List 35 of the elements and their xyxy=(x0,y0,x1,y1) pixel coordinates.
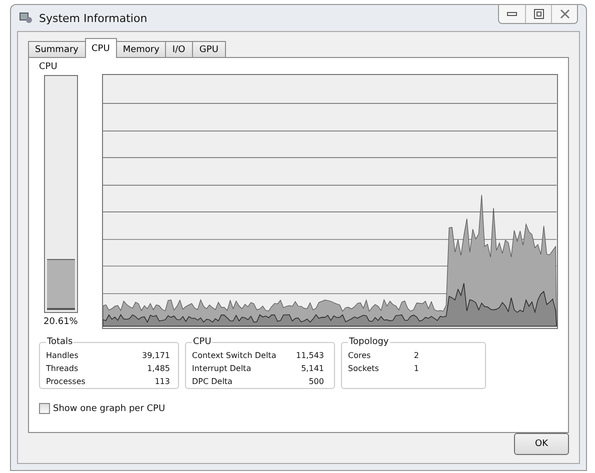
stat-value: 5,141 xyxy=(301,363,324,375)
meter-reading: 20.61% xyxy=(44,317,78,327)
close-icon xyxy=(560,9,570,19)
stat-label: DPC Delta xyxy=(192,376,232,388)
stat-value: 113 xyxy=(154,376,170,388)
stat-label: Processes xyxy=(46,376,86,388)
stat-label: Interrupt Delta xyxy=(192,363,252,375)
stat-value: 39,171 xyxy=(142,350,170,362)
group-title: CPU xyxy=(192,337,212,347)
per-cpu-checkbox[interactable]: Show one graph per CPU xyxy=(39,403,558,414)
tab[interactable]: CPU xyxy=(84,38,117,58)
tab[interactable]: I/O xyxy=(165,41,194,58)
window-title: System Information xyxy=(39,12,148,24)
stat-value: 1,485 xyxy=(147,363,170,375)
checkbox[interactable] xyxy=(39,403,50,414)
checkbox-label: Show one graph per CPU xyxy=(53,404,166,414)
meter-label: CPU xyxy=(39,62,58,72)
stat-label: Sockets xyxy=(348,363,379,375)
tab[interactable]: Memory xyxy=(116,41,166,58)
stat-value: 1 xyxy=(414,363,419,375)
tab[interactable]: GPU xyxy=(192,41,226,58)
group-title: Topology xyxy=(348,337,390,347)
stat-label: Cores xyxy=(348,350,371,362)
stat-value: 500 xyxy=(308,376,324,388)
stat-label: Context Switch Delta xyxy=(192,350,276,362)
stat-label: Handles xyxy=(46,350,78,362)
ok-button[interactable]: OK xyxy=(514,433,569,455)
stat-value: 2 xyxy=(414,350,419,362)
stat-value: 11,543 xyxy=(296,350,324,362)
minimize-icon xyxy=(507,11,517,17)
stat-label: Threads xyxy=(46,363,78,375)
app-icon xyxy=(19,12,33,24)
tab[interactable]: Summary xyxy=(28,41,86,58)
maximize-icon xyxy=(534,9,544,19)
group-title: Totals xyxy=(46,337,74,347)
